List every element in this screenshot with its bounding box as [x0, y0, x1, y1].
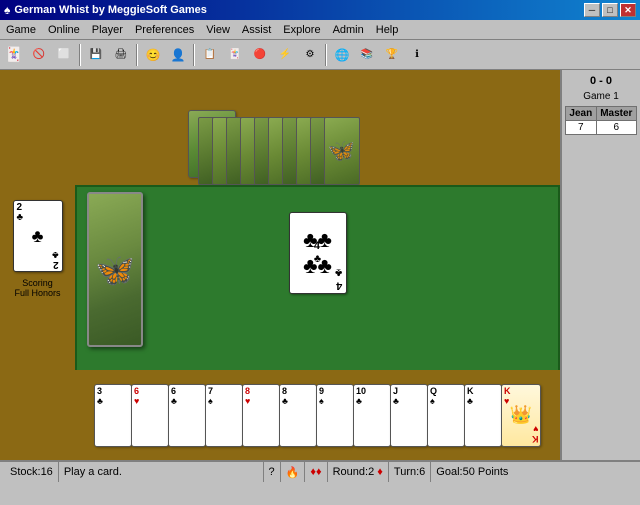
card-center-suit: ♣: [32, 226, 44, 247]
toolbar-cards2[interactable]: 🃏: [223, 43, 247, 67]
hand-card-8h[interactable]: 8♥: [242, 384, 280, 447]
toolbar-sep-2: [136, 44, 138, 66]
status-hint[interactable]: ?: [264, 462, 281, 482]
menu-game[interactable]: Game: [0, 20, 42, 39]
status-goal: Goal:50 Points: [431, 462, 635, 482]
hand-card-9s[interactable]: 9♠: [316, 384, 354, 447]
toolbar-info[interactable]: ℹ: [405, 43, 429, 67]
status-stock: Stock:16: [5, 462, 59, 482]
center-card-suit: ♣♣♣♣: [303, 227, 332, 279]
center-card-rank-bot: 4♣: [335, 265, 342, 291]
toolbar-save[interactable]: 💾: [84, 43, 108, 67]
title-bar: ♠ German Whist by MeggieSoft Games ─ □ ✕: [0, 0, 640, 20]
toolbar-cards4[interactable]: ⚡: [273, 43, 297, 67]
toolbar-person[interactable]: 👤: [166, 43, 190, 67]
status-bar: Stock:16 Play a card. ? 🔥 ♦♦ Round:2 ♦ T…: [0, 460, 640, 482]
menu-explore[interactable]: Explore: [277, 20, 326, 39]
menu-help[interactable]: Help: [370, 20, 405, 39]
status-message: Play a card.: [59, 462, 264, 482]
opponent-played-card: 🦋: [87, 192, 143, 347]
status-round: Round:2 ♦: [328, 462, 389, 482]
round-label: Round:2 ♦: [333, 466, 383, 478]
title-bar-left: ♠ German Whist by MeggieSoft Games: [4, 3, 207, 17]
menu-assist[interactable]: Assist: [236, 20, 277, 39]
toolbar-globe[interactable]: 🌐: [330, 43, 354, 67]
hand-card-7s[interactable]: 7♠: [205, 384, 243, 447]
score-row: 7 6: [566, 121, 637, 135]
toolbar-sep-3: [193, 44, 195, 66]
menu-online[interactable]: Online: [42, 20, 86, 39]
hint-icon[interactable]: ?: [269, 466, 275, 478]
player-hand-area: 3♣ 6♥ 6♣ 7♠ 8♥: [75, 370, 560, 460]
hand-card-kc[interactable]: K♣: [464, 384, 502, 447]
diamond-icons: ♦♦: [310, 466, 321, 478]
toolbar: 🃏 🚫 ⬜ 💾 🖨 😊 👤 📋 🃏 🔴 ⚡ ⚙ 🌐 📚 🏆 ℹ: [0, 40, 640, 70]
score-header: 0 - 0: [590, 75, 612, 87]
hand-card-10c[interactable]: 10♣: [353, 384, 391, 447]
player-side-card: 2♣ ♣ 2♣: [13, 200, 63, 272]
toolbar-stop[interactable]: 🚫: [27, 43, 51, 67]
close-button[interactable]: ✕: [620, 3, 636, 17]
menu-admin[interactable]: Admin: [327, 20, 370, 39]
score-jean: 7: [566, 121, 597, 135]
toolbar-face[interactable]: 😊: [141, 43, 165, 67]
turn-label: Turn:6: [394, 466, 425, 478]
toolbar-cards1[interactable]: 📋: [198, 43, 222, 67]
opp-card-10: 🦋: [324, 117, 360, 185]
minimize-button[interactable]: ─: [584, 3, 600, 17]
score-col-master: Master: [596, 107, 636, 121]
toolbar-sep-1: [79, 44, 81, 66]
fire-icon: 🔥: [286, 466, 300, 479]
hand-card-qs[interactable]: Q♠: [427, 384, 465, 447]
toolbar-blank[interactable]: ⬜: [52, 43, 76, 67]
main-game-area: 2♣ ♣ 2♣ Scoring Full Honors: [0, 70, 640, 460]
toolbar-book[interactable]: 📚: [355, 43, 379, 67]
hand-card-6h[interactable]: 6♥: [131, 384, 169, 447]
toolbar-new[interactable]: 🃏: [2, 43, 26, 67]
toolbar-cards3[interactable]: 🔴: [248, 43, 272, 67]
title-bar-controls: ─ □ ✕: [584, 3, 636, 17]
toolbar-setting[interactable]: ⚙: [298, 43, 322, 67]
left-panel: 2♣ ♣ 2♣ Scoring Full Honors: [0, 70, 75, 460]
score-table: Jean Master 7 6: [565, 106, 637, 135]
opponent-hand-area: 🦋: [75, 70, 560, 190]
hand-card-8c[interactable]: 8♣: [279, 384, 317, 447]
center-played-card: 4♣ ♣♣♣♣ 4♣: [289, 212, 347, 294]
window-title: German Whist by MeggieSoft Games: [14, 4, 207, 16]
maximize-button[interactable]: □: [602, 3, 618, 17]
game-label: Game 1: [583, 91, 619, 102]
card-rank-br: 2♣: [52, 249, 59, 269]
score-col-jean: Jean: [566, 107, 597, 121]
status-fire: 🔥: [281, 462, 306, 482]
app-icon: ♠: [4, 3, 10, 17]
butterfly-icon: 🦋: [95, 251, 135, 289]
menu-preferences[interactable]: Preferences: [129, 20, 200, 39]
game-area: 🦋 🦋 4♣ ♣♣♣♣ 4♣: [75, 70, 560, 460]
menu-view[interactable]: View: [200, 20, 236, 39]
score-master: 6: [596, 121, 636, 135]
scoring-label: Scoring Full Honors: [14, 278, 60, 298]
toolbar-sep-4: [325, 44, 327, 66]
stock-label: Stock:16: [10, 466, 53, 478]
hand-card-6c[interactable]: 6♣: [168, 384, 206, 447]
status-diamonds: ♦♦: [305, 462, 327, 482]
score-panel: 0 - 0 Game 1 Jean Master 7 6: [560, 70, 640, 460]
toolbar-print[interactable]: 🖨: [109, 43, 133, 67]
status-turn: Turn:6: [389, 462, 431, 482]
opponent-card-stack: 🦋: [178, 105, 458, 185]
hand-card-3c[interactable]: 3♣: [94, 384, 132, 447]
toolbar-trophy[interactable]: 🏆: [380, 43, 404, 67]
menu-bar: Game Online Player Preferences View Assi…: [0, 20, 640, 40]
hand-card-jc[interactable]: J♣: [390, 384, 428, 447]
player-hand: 3♣ 6♥ 6♣ 7♠ 8♥: [94, 384, 541, 447]
hand-card-kh[interactable]: K♥ K♥ 👑: [501, 384, 541, 447]
menu-player[interactable]: Player: [86, 20, 129, 39]
play-message: Play a card.: [64, 466, 122, 478]
felt-play-area: 🦋 4♣ ♣♣♣♣ 4♣: [75, 185, 560, 390]
goal-label: Goal:50 Points: [436, 466, 508, 478]
card-rank-tl: 2♣: [17, 203, 24, 223]
